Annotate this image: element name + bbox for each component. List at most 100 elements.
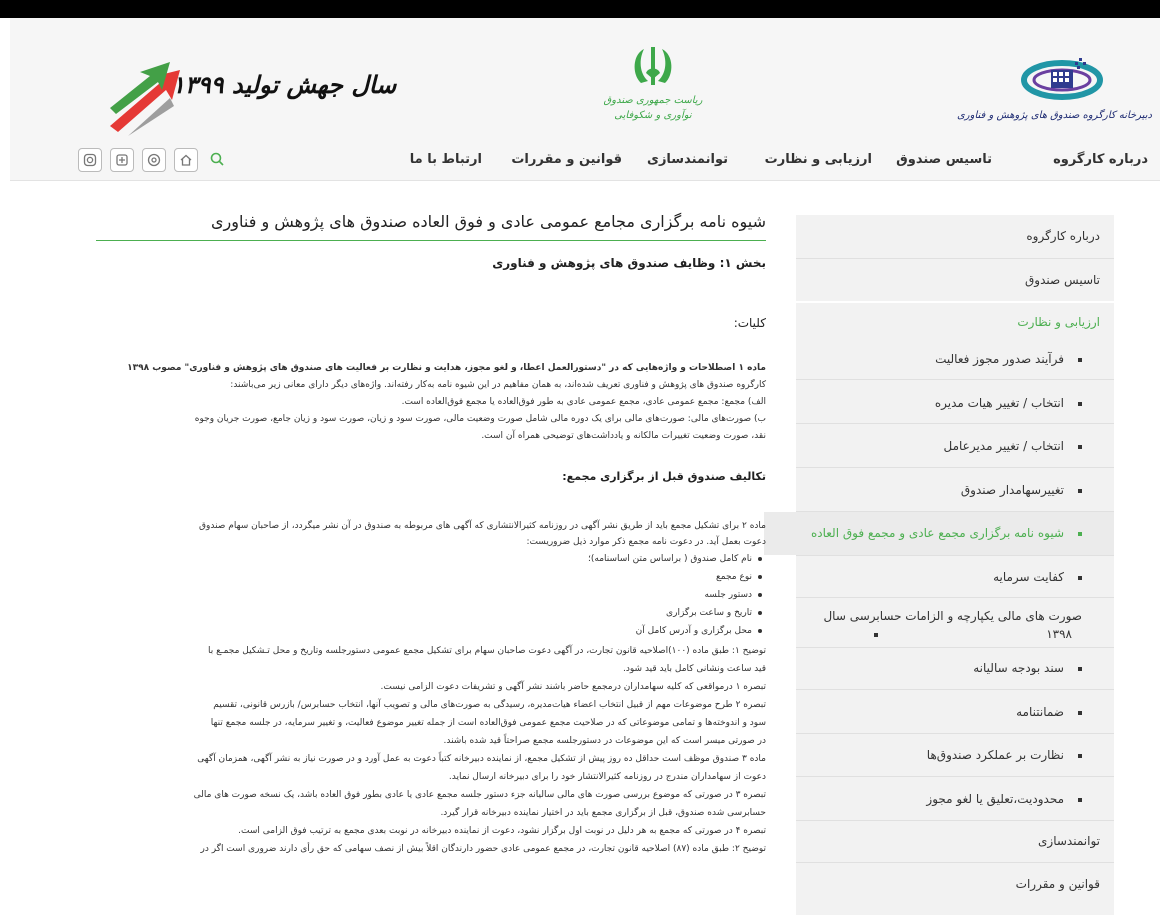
paragraph-line: الف) مجمع: مجمع عمومی عادی، مجمع عمومی ع…	[401, 397, 766, 407]
paragraph-line: ماده ۱ اصطلاحات و واژه‌هایی که در "دستور…	[127, 363, 766, 373]
paragraph-line: تبصره ۳ در صورتی که موضوع بررسی صورت های…	[193, 790, 766, 800]
aparat-icon[interactable]	[110, 148, 134, 172]
paragraph-line: توضیح ۲: طبق ماده (۸۷) اصلاحیه قانون تجا…	[200, 844, 766, 854]
sidebar-subitem-financial[interactable]: صورت های مالی یکپارچه و الزامات حسابرسی …	[764, 607, 1114, 643]
sidebar-subitem-restriction[interactable]: محدودیت،تعلیق یا لغو مجوز	[764, 792, 1114, 806]
paragraph-line: تبصره ۱ درمواقعی که کلیه سهامداران درمجم…	[380, 682, 766, 692]
bullet-icon	[758, 574, 762, 579]
list-item: تاریخ و ساعت برگزاری	[666, 608, 762, 618]
paragraph-line: توضیح ۱: طبق ماده (۱۰۰)اصلاحیه قانون تجا…	[208, 646, 766, 656]
logo-right-text: دبیرخانه کارگروه صندوق های پژوهش و فناور…	[956, 110, 1152, 121]
paragraph-line: نقد، صورت وضعیت تغییرات مالکانه و یادداش…	[481, 431, 766, 441]
search-icon[interactable]	[206, 148, 228, 170]
sidebar-item-evaluation[interactable]: ارزیابی و نظارت	[782, 315, 1114, 329]
presidency-emblem-icon	[634, 47, 672, 85]
sidebar-divider	[796, 555, 1114, 556]
sidebar-subitem-guarantee[interactable]: ضمانتنامه	[764, 705, 1114, 719]
section-heading-obligations: تکالیف صندوق قبل از برگزاری مجمع:	[562, 470, 766, 483]
bullet-icon	[758, 628, 762, 633]
sidebar-subitem-assembly[interactable]: شیوه نامه برگزاری مجمع عادی و مجمع فوق ا…	[764, 512, 1114, 555]
sidebar-subitem-license[interactable]: فرآیند صدور مجوز فعالیت	[764, 352, 1114, 366]
bullet-icon	[1078, 710, 1082, 715]
paragraph-line: تبصره ۲ طرح موضوعات مهم از قبیل انتخاب ا…	[213, 700, 766, 710]
window-top-bar	[0, 0, 1160, 18]
bullet-icon	[1078, 753, 1082, 758]
sidebar-subitem-monitoring[interactable]: نظارت بر عملکرد صندوق‌ها	[764, 748, 1114, 762]
site-header: دبیرخانه کارگروه صندوق های پژوهش و فناور…	[10, 18, 1160, 140]
main-nav: درباره کارگروه تاسیس صندوق ارزیابی و نظا…	[10, 140, 1160, 181]
paragraph-line: دعوت از سهامداران مندرج در روزنامه کثیرا…	[448, 772, 766, 782]
nav-item-contact[interactable]: ارتباط با ما	[410, 152, 482, 167]
article: شیوه نامه برگزاری مجامع عمومی عادی و فوق…	[96, 210, 766, 896]
home-icon[interactable]	[174, 148, 198, 172]
sidebar-divider	[796, 820, 1114, 821]
paragraph-line: قید ساعت ونشانی کامل باید قید شود.	[623, 664, 766, 674]
sidebar-subitem-label: صورت های مالی یکپارچه و الزامات حسابرسی …	[823, 609, 1082, 623]
sidebar-divider	[796, 689, 1114, 690]
sidebar-subitem-label: نظارت بر عملکرد صندوق‌ها	[926, 748, 1064, 762]
sidebar-divider	[796, 258, 1114, 259]
sidebar-divider	[796, 423, 1114, 424]
paragraph-line: ماده ۳ صندوق موظف است حداقل ده روز پیش ا…	[197, 754, 766, 764]
sidebar-item-establish[interactable]: تاسیس صندوق	[782, 273, 1114, 287]
list-item: نام کامل صندوق ( براساس متن اساسنامه)؛	[588, 554, 762, 564]
presidency-logo[interactable]: ریاست جمهوری صندوق نوآوری و شکوفایی	[588, 43, 718, 153]
working-group-logo[interactable]: دبیرخانه کارگروه صندوق های پژوهش و فناور…	[932, 48, 1152, 138]
sidebar-subitem-shareholder[interactable]: تغییرسهامدار صندوق	[764, 483, 1114, 497]
sidebar-subitem-budget[interactable]: سند بودجه سالیانه	[764, 661, 1114, 675]
sidebar-item-laws[interactable]: قوانین و مقررات	[782, 877, 1114, 891]
sidebar-subitem-label: سند بودجه سالیانه	[973, 661, 1064, 675]
sidebar-divider	[796, 647, 1114, 648]
paragraph-line: تبصره ۴ در صورتی که مجمع به هر دلیل در ن…	[238, 826, 766, 836]
nav-item-empowerment[interactable]: توانمندسازی	[647, 152, 728, 167]
paragraph-line: ب) صورت‌های مالی: صورت‌های مالی برای یک …	[194, 414, 766, 424]
sidebar-divider	[796, 862, 1114, 863]
bullet-icon	[1078, 357, 1082, 362]
sidebar-subitem-label: انتخاب / تغییر مدیرعامل	[943, 439, 1065, 453]
title-underline	[96, 240, 766, 241]
list-item: نوع مجمع	[716, 572, 762, 582]
nav-item-evaluation[interactable]: ارزیابی و نظارت	[765, 152, 872, 167]
bullet-icon	[758, 610, 762, 615]
sidebar-divider	[796, 467, 1114, 468]
instagram-icon[interactable]	[78, 148, 102, 172]
sidebar-subitem-label: محدودیت،تعلیق یا لغو مجوز	[926, 792, 1064, 806]
bullet-icon	[1078, 488, 1082, 493]
telegram-icon[interactable]	[142, 148, 166, 172]
bullet-icon	[1078, 444, 1082, 449]
nav-item-about[interactable]: درباره کارگروه	[1053, 152, 1148, 167]
sidebar-divider	[796, 733, 1114, 734]
list-item: دستور جلسه	[704, 590, 762, 600]
logo-emblem-icon	[1021, 58, 1103, 100]
paragraph-line: دعوت بعمل آید. در دعوت نامه مجمع ذکر موا…	[526, 537, 766, 547]
sidebar-subitem-label: ضمانتنامه	[1016, 705, 1064, 719]
sidebar-subitem-board[interactable]: انتخاب / تغییر هیات مدیره	[764, 396, 1114, 410]
sidebar-menu: درباره کارگروه تاسیس صندوق ارزیابی و نظا…	[764, 215, 1114, 915]
list-item: محل برگزاری و آدرس کامل آن	[636, 626, 762, 636]
paragraph-line: حسابرسی شده صندوق، قبل از برگزاری مجمع ب…	[440, 808, 766, 818]
logo-left-text: سال جهش تولید ۱۳۹۹	[172, 70, 397, 99]
nav-item-establish[interactable]: تاسیس صندوق	[896, 152, 992, 167]
sidebar-subitem-label: انتخاب / تغییر هیات مدیره	[934, 396, 1064, 410]
sidebar-subitem-capital[interactable]: کفایت سرمایه	[764, 570, 1114, 584]
bullet-icon	[1078, 797, 1082, 802]
bullet-icon	[874, 632, 879, 637]
sidebar-subitem-label-year: ۱۳۹۸	[1046, 627, 1072, 641]
nav-icons	[78, 148, 228, 172]
bullet-icon	[1078, 575, 1082, 580]
sidebar-item-about[interactable]: درباره کارگروه	[782, 229, 1114, 243]
sidebar-divider	[796, 379, 1114, 380]
bullet-icon	[1078, 531, 1082, 536]
section-heading-duties: بخش ۱: وظایف صندوق های پژوهش و فناوری	[492, 256, 766, 270]
bullet-icon	[1078, 401, 1082, 406]
nav-item-laws[interactable]: قوانین و مقررات	[511, 152, 622, 167]
logo-center-text: ریاست جمهوری صندوق نوآوری و شکوفایی	[603, 95, 703, 121]
sidebar-divider	[796, 301, 1114, 303]
production-leap-logo: سال جهش تولید ۱۳۹۹	[100, 48, 396, 148]
page-title: شیوه نامه برگزاری مجامع عمومی عادی و فوق…	[211, 212, 766, 231]
sidebar-subitem-ceo[interactable]: انتخاب / تغییر مدیرعامل	[764, 439, 1114, 453]
paragraph-line: ماده ۲ برای تشکیل مجمع باید از طریق نشر …	[199, 521, 766, 531]
sidebar-item-empowerment[interactable]: توانمندسازی	[782, 834, 1114, 848]
paragraph-line: در صورتی میسر است که این موضوعات در دستو…	[443, 736, 767, 746]
sidebar-subitem-label: فرآیند صدور مجوز فعالیت	[935, 352, 1064, 366]
